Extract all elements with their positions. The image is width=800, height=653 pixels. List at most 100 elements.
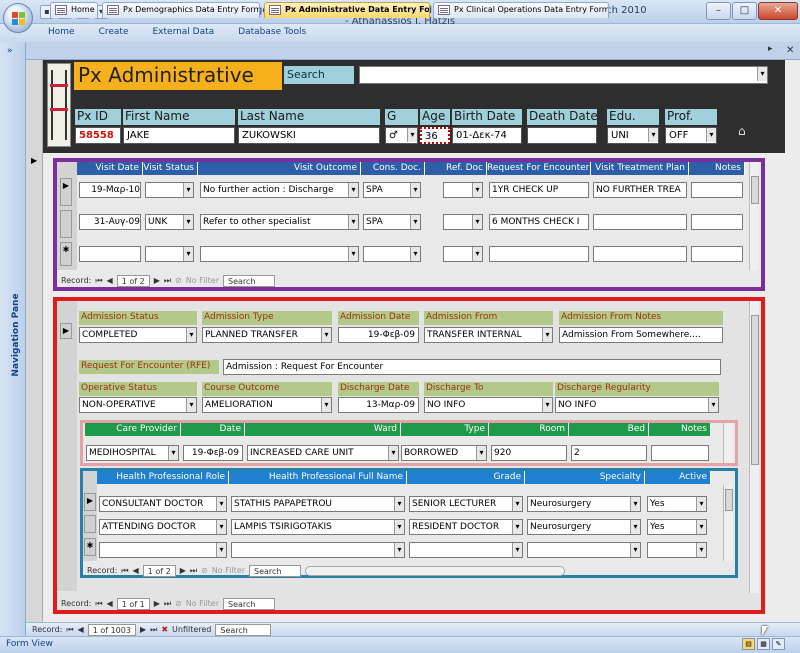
care-scrollbar[interactable] <box>723 423 733 463</box>
record-position[interactable]: 1 of 2 <box>142 564 176 577</box>
visits-scrollbar[interactable] <box>749 162 759 270</box>
next-record-icon[interactable]: ▶ <box>180 564 186 577</box>
last-record-icon[interactable]: ⏭ <box>164 274 171 287</box>
filter-status[interactable]: Unfiltered <box>172 623 211 636</box>
new-treatment-plan-field[interactable] <box>593 246 687 262</box>
ribbon-tab-external-data[interactable]: External Data <box>152 27 214 37</box>
treatment-plan-field[interactable]: NO FURTHER TREA <box>593 182 687 198</box>
new-active-combo[interactable] <box>647 542 707 558</box>
tab-home[interactable]: Home <box>50 2 98 18</box>
type-combo[interactable]: BORROWED <box>401 445 487 461</box>
prev-record-icon[interactable]: ◀ <box>107 597 113 610</box>
cons-doc-combo[interactable]: SPA <box>363 214 421 230</box>
home-icon[interactable]: ⌂ <box>738 124 746 138</box>
request-encounter-field[interactable]: 6 MONTHS CHECK I <box>489 214 589 230</box>
hp-role-combo[interactable]: ATTENDING DOCTOR <box>99 519 227 535</box>
new-hp-name-combo[interactable] <box>231 542 405 558</box>
record-position[interactable]: 1 of 1003 <box>87 623 136 636</box>
next-record-icon[interactable]: ▶ <box>154 597 160 610</box>
operative-status-combo[interactable]: NON-OPERATIVE <box>79 397 197 413</box>
record-position[interactable]: 1 of 2 <box>116 274 150 287</box>
admission-date-field[interactable]: 19-Φεβ-09 <box>338 327 419 343</box>
bed-field[interactable]: 2 <box>571 445 647 461</box>
first-record-icon[interactable]: ⏮ <box>95 597 102 610</box>
hp-name-combo[interactable]: LAMPIS TSIRIGOTAKIS <box>231 519 405 535</box>
specialty-combo[interactable]: Neurosurgery <box>527 519 641 535</box>
visit-date-field[interactable]: 31-Αυγ-09 <box>79 214 141 230</box>
tab-demographics[interactable]: Px Demographics Data Entry Form <box>102 2 260 18</box>
new-ref-doc-combo[interactable] <box>443 246 483 262</box>
admission-from-combo[interactable]: TRANSFER INTERNAL <box>424 327 553 343</box>
office-button[interactable] <box>3 3 33 33</box>
care-date-field[interactable]: 19-Φεβ-09 <box>183 445 243 461</box>
ribbon-tab-home[interactable]: Home <box>48 27 75 37</box>
visit-outcome-combo[interactable]: No further action : Discharge <box>200 182 359 198</box>
last-name-field[interactable]: ZUKOWSKI <box>238 127 380 144</box>
close-document-icon[interactable]: ✕ <box>786 45 794 56</box>
visit-status-combo[interactable] <box>145 182 194 198</box>
cons-doc-combo[interactable]: SPA <box>363 182 421 198</box>
care-notes-field[interactable] <box>651 445 709 461</box>
ribbon-tab-create[interactable]: Create <box>99 27 129 37</box>
row-selector-current-icon[interactable]: ▶ <box>60 178 72 206</box>
admission-from-notes-field[interactable]: Admission From Somewhere.... <box>559 327 723 343</box>
new-record-icon[interactable]: ✱ <box>84 538 96 556</box>
active-combo[interactable]: Yes <box>647 519 707 535</box>
filter-status[interactable]: No Filter <box>186 274 219 287</box>
course-outcome-combo[interactable]: AMELIORATION <box>202 397 332 413</box>
tab-administrative[interactable]: Px Administrative Data Entry Form <box>264 2 430 18</box>
ribbon-tab-database-tools[interactable]: Database Tools <box>238 27 306 37</box>
gender-combo[interactable]: ♂ <box>385 127 418 144</box>
hp-horizontal-scrollbar[interactable] <box>304 565 565 576</box>
prev-record-icon[interactable]: ◀ <box>133 564 139 577</box>
ward-combo[interactable]: INCREASED CARE UNIT <box>247 445 399 461</box>
grade-combo[interactable]: RESIDENT DOCTOR <box>409 519 523 535</box>
first-record-icon[interactable]: ⏮ <box>66 623 73 636</box>
visit-status-combo[interactable]: UNK <box>145 214 194 230</box>
death-date-field[interactable] <box>527 127 597 144</box>
last-record-icon[interactable]: ⏭ <box>150 623 157 636</box>
new-visit-date-field[interactable] <box>79 246 141 262</box>
filter-icon[interactable]: ✖ <box>161 623 168 636</box>
search-combo[interactable] <box>359 66 768 84</box>
close-button[interactable]: ✕ <box>758 2 798 20</box>
design-view-icon[interactable]: ✎ <box>772 638 785 650</box>
last-record-icon[interactable]: ⏭ <box>190 564 197 577</box>
new-specialty-combo[interactable] <box>527 542 641 558</box>
row-selector[interactable] <box>84 515 96 533</box>
first-record-icon[interactable]: ⏮ <box>95 274 102 287</box>
record-search-input[interactable]: Search <box>215 623 272 636</box>
notes-field[interactable] <box>691 182 743 198</box>
new-request-encounter-field[interactable] <box>489 246 589 262</box>
hp-scrollbar[interactable] <box>723 485 733 561</box>
next-record-icon[interactable]: ▶ <box>140 623 146 636</box>
new-cons-doc-combo[interactable] <box>363 246 421 262</box>
filter-icon[interactable]: ⊘ <box>175 597 182 610</box>
first-name-field[interactable]: JAKE <box>123 127 235 144</box>
form-record-selector[interactable]: ▶ <box>26 60 43 622</box>
active-combo[interactable]: Yes <box>647 496 707 512</box>
birth-date-field[interactable]: 01-Δεκ-74 <box>452 127 522 144</box>
profession-combo[interactable]: OFF <box>665 127 717 144</box>
record-position[interactable]: 1 of 1 <box>116 597 150 610</box>
grade-combo[interactable]: SENIOR LECTURER <box>409 496 523 512</box>
new-visit-status-combo[interactable] <box>145 246 194 262</box>
specialty-combo[interactable]: Neurosurgery <box>527 496 641 512</box>
discharge-regularity-combo[interactable]: NO INFO <box>555 397 719 413</box>
last-record-icon[interactable]: ⏭ <box>164 597 171 610</box>
filter-status[interactable]: No Filter <box>212 564 245 577</box>
filter-icon[interactable]: ⊘ <box>201 564 208 577</box>
prev-record-icon[interactable]: ◀ <box>78 623 84 636</box>
new-record-icon[interactable]: ✱ <box>60 242 72 266</box>
px-id-field[interactable]: 58558 <box>75 127 121 144</box>
hp-name-combo[interactable]: STATHIS PAPAPETROU <box>231 496 405 512</box>
record-search-input[interactable]: Search <box>248 564 301 577</box>
discharge-date-field[interactable]: 13-Μαρ-09 <box>338 397 419 413</box>
new-notes-field[interactable] <box>691 246 743 262</box>
maximize-button[interactable]: □ <box>732 2 757 20</box>
layout-view-icon[interactable]: ▦ <box>757 638 770 650</box>
admission-scrollbar[interactable] <box>749 301 759 593</box>
nav-pane-label[interactable]: Navigation Pane <box>11 285 21 385</box>
request-encounter-field[interactable]: 1YR CHECK UP <box>489 182 589 198</box>
new-grade-combo[interactable] <box>409 542 523 558</box>
